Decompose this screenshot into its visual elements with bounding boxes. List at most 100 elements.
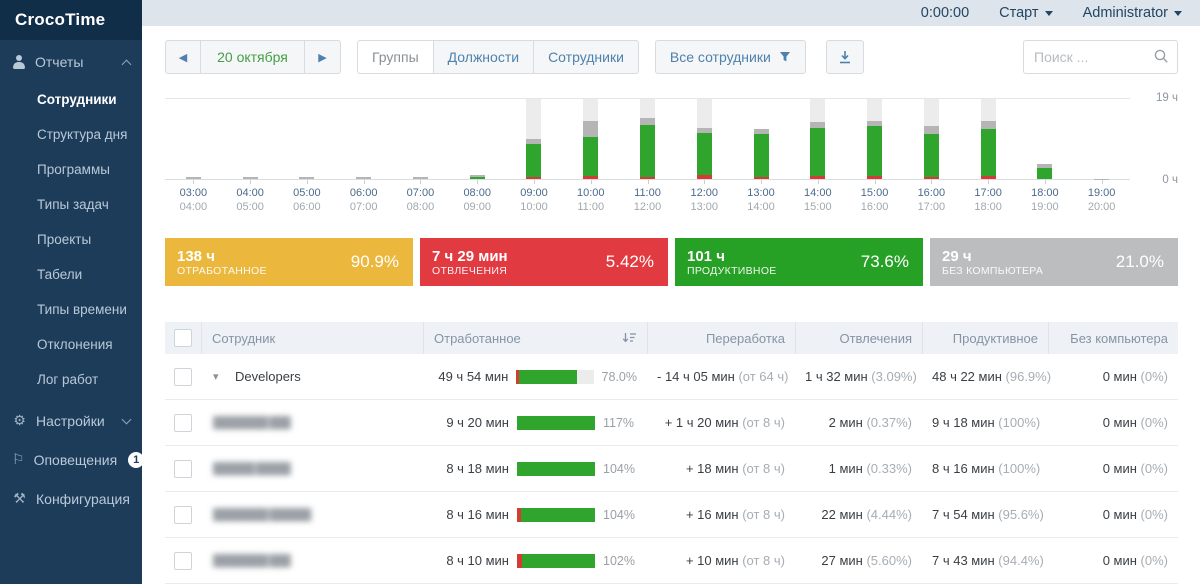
- sidebar-item[interactable]: Типы задач: [0, 187, 142, 222]
- sidebar-item[interactable]: Табели: [0, 257, 142, 292]
- chart-bar-slot[interactable]: [960, 99, 1017, 179]
- download-button[interactable]: [826, 40, 864, 74]
- table-row[interactable]: ██████ █████8 ч 18 мин104%+ 18 мин (от 8…: [165, 446, 1178, 492]
- chart-bar-slot[interactable]: [335, 177, 392, 179]
- summary-card[interactable]: 29 чБЕЗ КОМПЬЮТЕРА21.0%: [930, 238, 1178, 286]
- chart-bar-slot[interactable]: [506, 99, 563, 179]
- row-checkbox[interactable]: [174, 368, 192, 386]
- chart-bar-slot[interactable]: [279, 177, 336, 179]
- header-productive[interactable]: Продуктивное: [922, 322, 1048, 354]
- header-employee[interactable]: Сотрудник: [201, 322, 423, 354]
- row-checkbox[interactable]: [174, 460, 192, 478]
- row-checkbox[interactable]: [174, 552, 192, 570]
- prev-day-button[interactable]: ◀: [165, 40, 201, 74]
- gear-icon: ⚙: [12, 412, 27, 429]
- header-worked[interactable]: Отработанное: [423, 322, 647, 354]
- row-checkbox[interactable]: [174, 414, 192, 432]
- sidebar-item[interactable]: Программы: [0, 152, 142, 187]
- summary-card[interactable]: 101 чПРОДУКТИВНОЕ73.6%: [675, 238, 923, 286]
- header-offline[interactable]: Без компьютера: [1048, 322, 1178, 354]
- view-tab[interactable]: Группы: [357, 40, 434, 74]
- expand-caret-icon[interactable]: ▾: [213, 370, 223, 383]
- user-menu[interactable]: Administrator: [1083, 5, 1182, 21]
- bar-segment: [867, 176, 882, 179]
- start-dropdown[interactable]: Старт: [999, 5, 1052, 21]
- bar-segment: [981, 129, 996, 176]
- summary-cards: 138 чОТРАБОТАННОЕ90.9%7 ч 29 минОТВЛЕЧЕН…: [165, 238, 1178, 286]
- view-tab[interactable]: Сотрудники: [534, 40, 639, 74]
- x-axis-label: 03:0004:00: [165, 182, 222, 214]
- employee-name[interactable]: ██████ █████: [213, 463, 290, 475]
- chart-bar-slot[interactable]: [562, 99, 619, 179]
- employee-name[interactable]: ████████ ███: [213, 555, 290, 567]
- employee-filter-button[interactable]: Все сотрудники: [655, 40, 806, 74]
- chart-bar-slot[interactable]: [733, 129, 790, 179]
- chart-bar-slot[interactable]: [619, 99, 676, 179]
- x-axis-label: 16:0017:00: [903, 182, 960, 214]
- bar-segment: [243, 177, 258, 179]
- table-row[interactable]: ████████ ██████8 ч 16 мин104%+ 16 мин (о…: [165, 492, 1178, 538]
- sidebar-item[interactable]: ⚙ Настройки: [0, 401, 142, 440]
- worked-percent: 78.0%: [602, 370, 637, 384]
- bar-segment: [924, 99, 939, 126]
- chart-bar-slot[interactable]: [846, 99, 903, 179]
- search-icon[interactable]: [1153, 48, 1170, 65]
- bar-segment: [697, 99, 712, 128]
- sidebar-item-label: Настройки: [36, 413, 105, 429]
- employee-name[interactable]: ████████ ██████: [213, 509, 310, 521]
- sidebar-item[interactable]: Типы времени: [0, 292, 142, 327]
- sidebar-section-reports[interactable]: Отчеты: [0, 40, 142, 82]
- tools-icon: ⚒: [12, 490, 27, 507]
- chart-bar-slot[interactable]: [789, 99, 846, 179]
- sidebar-item[interactable]: ⚒Конфигурация: [0, 479, 142, 518]
- header-overtime[interactable]: Переработка: [647, 322, 795, 354]
- next-day-button[interactable]: ▶: [305, 40, 341, 74]
- table-row[interactable]: ████████ ███8 ч 10 мин102%+ 10 мин (от 8…: [165, 538, 1178, 584]
- summary-card[interactable]: 138 чОТРАБОТАННОЕ90.9%: [165, 238, 413, 286]
- bar-segment: [640, 99, 655, 118]
- view-tab[interactable]: Должности: [434, 40, 534, 74]
- app-logo: CrocoTime: [0, 0, 142, 40]
- current-date-button[interactable]: 20 октября: [201, 40, 305, 74]
- sidebar-item[interactable]: ⚐Оповещения1: [0, 440, 142, 479]
- bar-segment: [981, 99, 996, 121]
- employee-name[interactable]: Developers: [235, 369, 301, 384]
- stacked-bar: [810, 99, 825, 179]
- search-box: [1023, 40, 1178, 74]
- employee-name[interactable]: ████████ ███: [213, 417, 290, 429]
- sidebar-item[interactable]: Структура дня: [0, 117, 142, 152]
- stacked-bar: [243, 177, 258, 179]
- chart-bar-slot[interactable]: [676, 99, 733, 179]
- table-row[interactable]: ████████ ███9 ч 20 мин117%+ 1 ч 20 мин (…: [165, 400, 1178, 446]
- stacked-bar: [583, 99, 598, 179]
- offline-cell: 0 мин (0%): [1048, 415, 1178, 430]
- sidebar-item[interactable]: Лог работ: [0, 362, 142, 397]
- sidebar-item[interactable]: Сотрудники: [0, 82, 142, 117]
- content: ◀ 20 октября ▶ ГруппыДолжностиСотрудники…: [142, 26, 1200, 584]
- chart-bar-slot[interactable]: [165, 177, 222, 179]
- bar-segment: [583, 121, 598, 137]
- sidebar-item[interactable]: Проекты: [0, 222, 142, 257]
- overtime-cell: + 16 мин (от 8 ч): [647, 507, 795, 522]
- chart-bar-slot[interactable]: [449, 175, 506, 179]
- table-row[interactable]: ▾Developers49 ч 54 мин78.0%- 14 ч 05 мин…: [165, 354, 1178, 400]
- worked-time: 9 ч 20 мин: [433, 415, 509, 430]
- row-checkbox[interactable]: [174, 506, 192, 524]
- worked-percent: 104%: [603, 508, 635, 522]
- chart-bar-slot[interactable]: [1016, 164, 1073, 179]
- chart-bar-slot[interactable]: [392, 177, 449, 179]
- employee-table: Сотрудник Отработанное Переработка Отвле…: [165, 322, 1178, 584]
- stacked-bar: [186, 177, 201, 179]
- chart-bar-slot[interactable]: [222, 177, 279, 179]
- bar-segment: [981, 121, 996, 129]
- sidebar-item[interactable]: Отклонения: [0, 327, 142, 362]
- sidebar-bottom-items: ⚙ Настройки ⚐Оповещения1⚒Конфигурация: [0, 401, 142, 518]
- chevron-down-icon: [1045, 11, 1053, 16]
- card-value: 29 ч: [942, 248, 1043, 265]
- select-all-checkbox[interactable]: [174, 329, 192, 347]
- chart-x-axis: 03:0004:0004:0005:0005:0006:0006:0007:00…: [165, 182, 1178, 214]
- offline-cell: 0 мин (0%): [1048, 461, 1178, 476]
- header-distracted[interactable]: Отвлечения: [795, 322, 922, 354]
- chart-bar-slot[interactable]: [903, 99, 960, 179]
- summary-card[interactable]: 7 ч 29 минОТВЛЕЧЕНИЯ5.42%: [420, 238, 668, 286]
